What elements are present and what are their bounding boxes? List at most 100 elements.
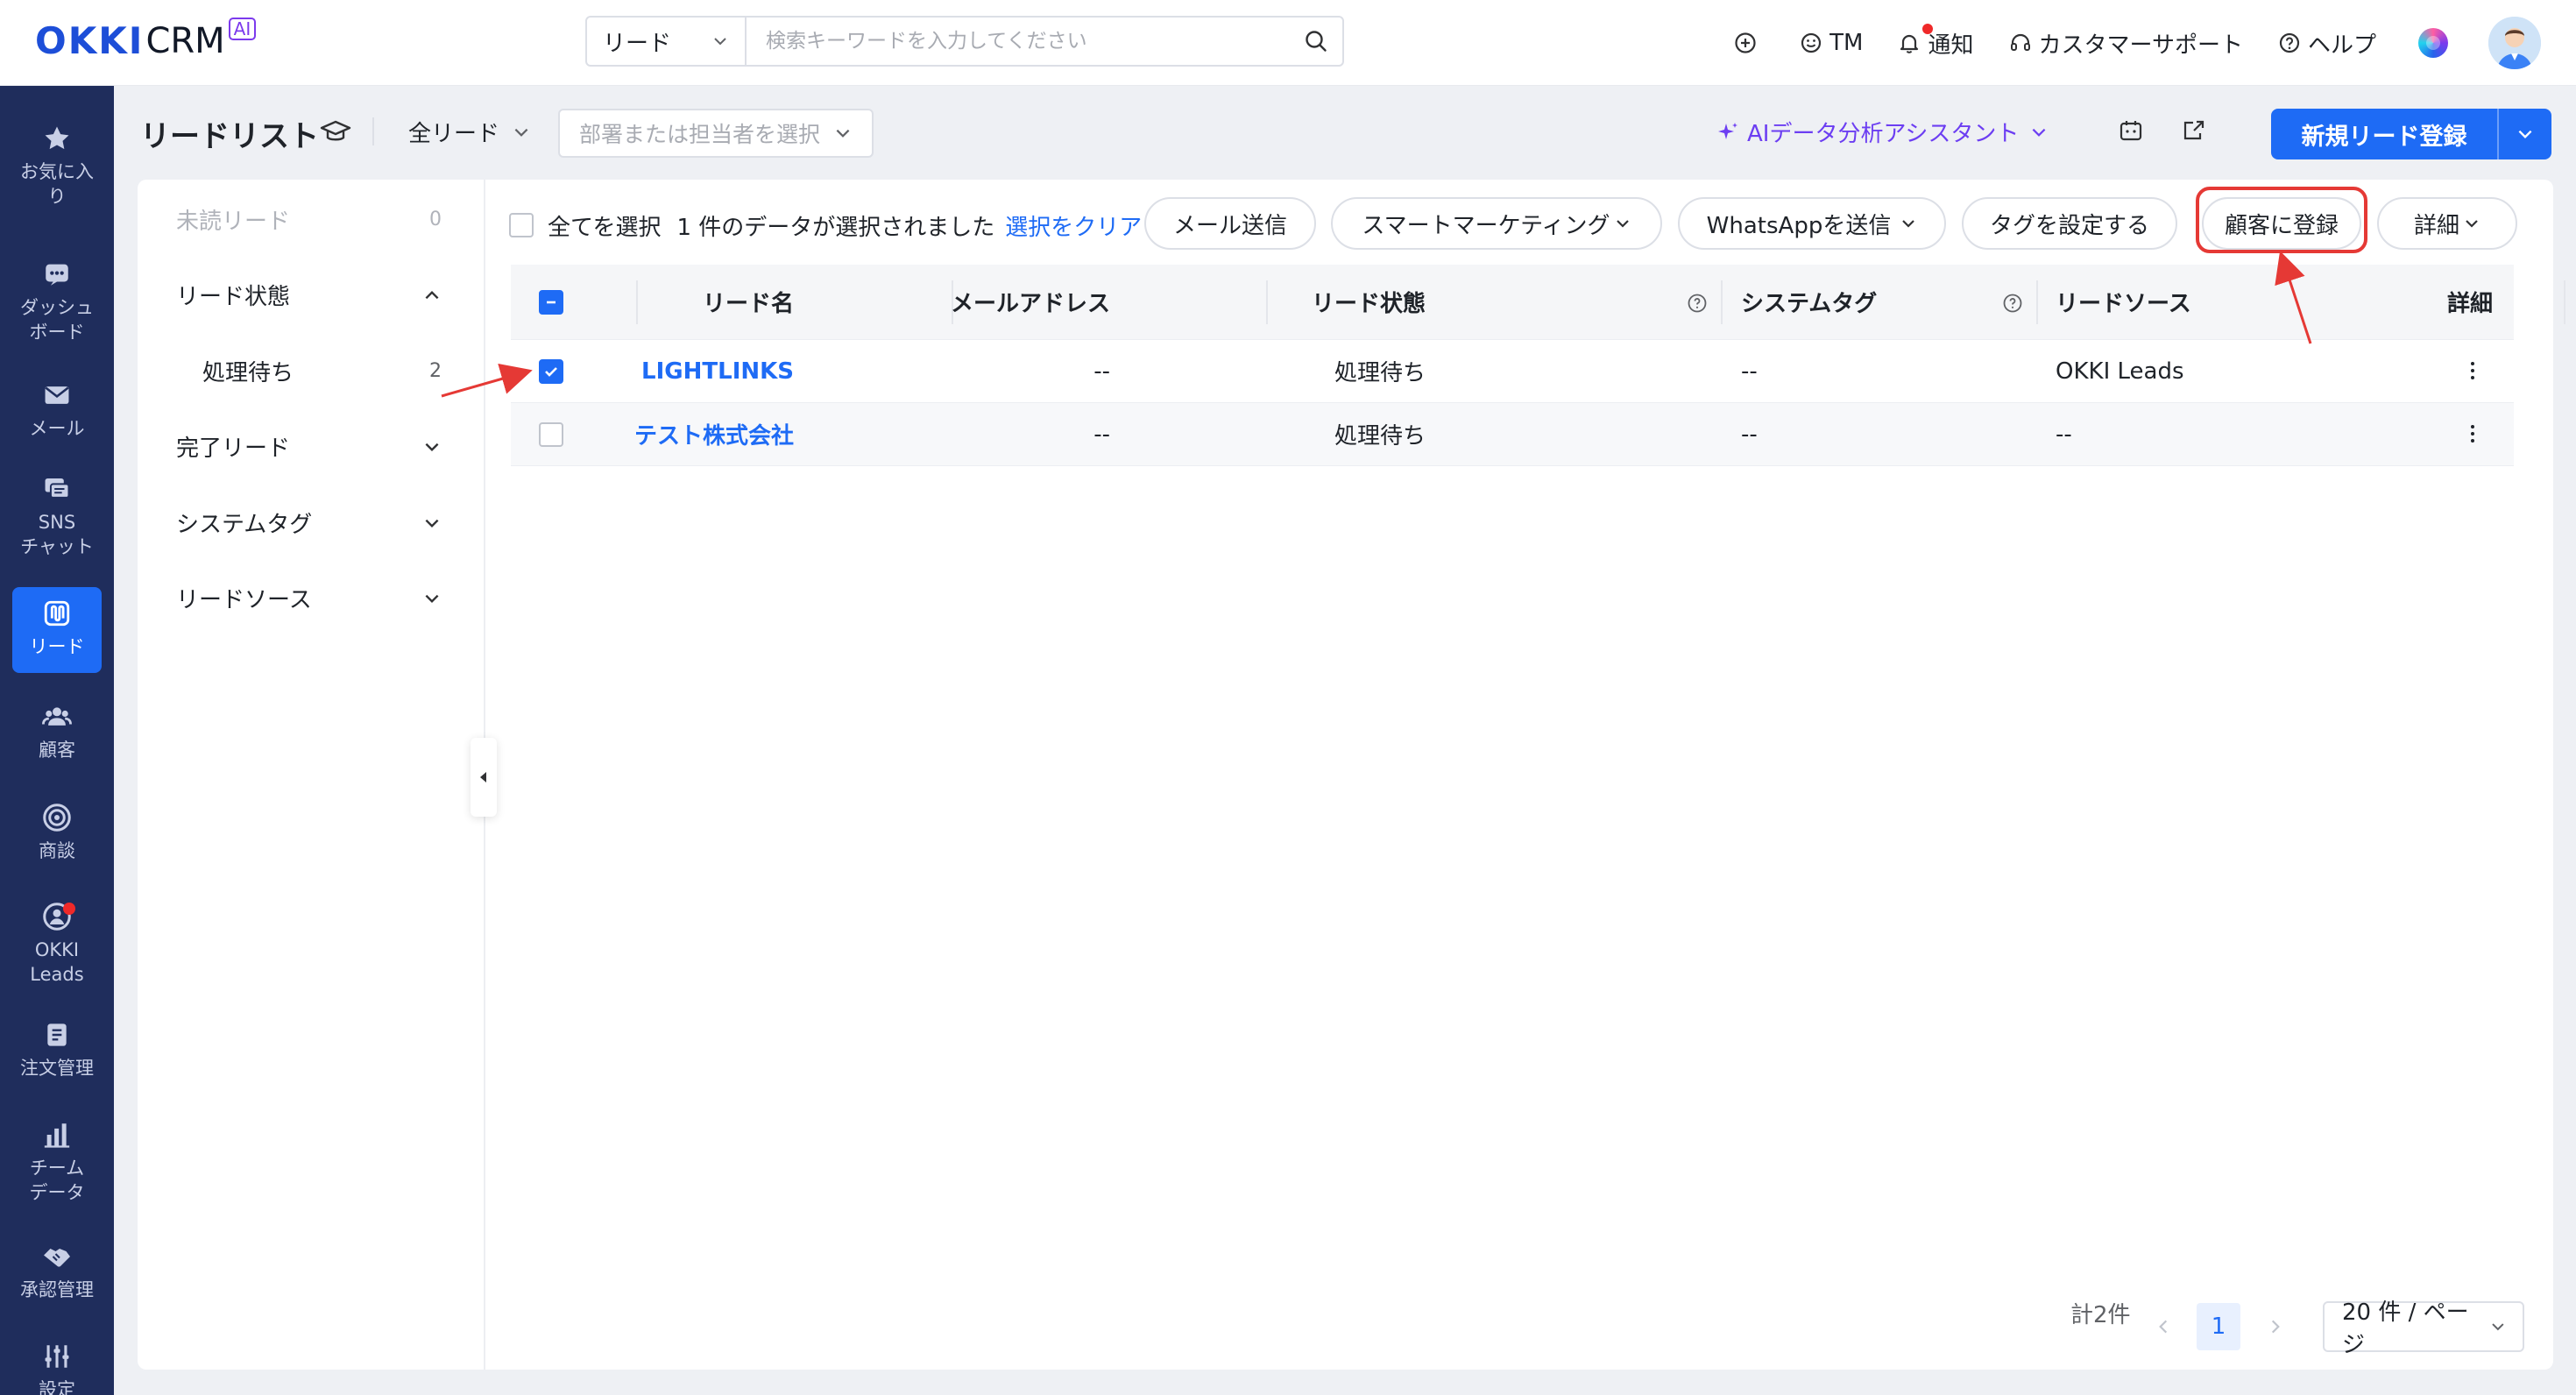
collapse-sidebar-handle[interactable] bbox=[471, 738, 497, 817]
filter-status-group[interactable]: リード状態 bbox=[176, 279, 442, 311]
row-more-icon[interactable] bbox=[2470, 425, 2475, 443]
filter-source-group[interactable]: リードソース bbox=[176, 582, 442, 614]
col-header-status[interactable]: リード状態 bbox=[1312, 265, 1426, 339]
mail-icon bbox=[45, 386, 69, 404]
leads-icon bbox=[44, 600, 70, 627]
filter-unread-label: 未読リード bbox=[176, 209, 291, 235]
ai-data-assistant-button[interactable]: AIデータ分析アシスタント bbox=[1716, 116, 2049, 148]
col-header-name[interactable]: リード名 bbox=[703, 265, 794, 339]
notification-label: 通知 bbox=[1928, 32, 1974, 59]
nav-sns-chat[interactable]: SNS チャット bbox=[0, 471, 114, 559]
nav-team-data[interactable]: チーム データ bbox=[0, 1117, 114, 1205]
set-tag-label: タグを設定する bbox=[1989, 212, 2149, 239]
filter-completed-group[interactable]: 完了リード bbox=[176, 430, 442, 463]
okki-crm-logo[interactable]: OKKI CRM AI bbox=[35, 18, 257, 63]
help-circle-icon[interactable] bbox=[2002, 293, 2023, 314]
page-size-label: 20 件 / ページ bbox=[2342, 1299, 2469, 1358]
column-separator bbox=[2036, 280, 2038, 324]
clear-selection-link[interactable]: 選択をクリア bbox=[1005, 209, 1142, 242]
nav-sns-chat-label: SNS チャット bbox=[20, 512, 94, 557]
col-header-email[interactable]: メールアドレス bbox=[951, 265, 1110, 339]
nav-favorites-label: お気に入 り bbox=[20, 161, 94, 207]
nav-favorites[interactable]: お気に入 り bbox=[0, 121, 114, 209]
content-panel: 未読リード 0 リード状態 処理待ち 2 完了リード システムタグ リードソース… bbox=[138, 180, 2565, 1370]
add-button[interactable] bbox=[1733, 31, 1765, 55]
header-divider bbox=[372, 117, 374, 145]
search-scope-select[interactable]: リード bbox=[587, 18, 747, 65]
notification-button[interactable]: 通知 bbox=[1898, 23, 1974, 60]
filter-completed-label: 完了リード bbox=[176, 435, 291, 462]
send-mail-label: メール送信 bbox=[1172, 212, 1287, 239]
customer-support-button[interactable]: カスタマーサポート bbox=[2009, 27, 2243, 60]
help-circle-icon[interactable] bbox=[1687, 293, 1708, 314]
row-checkbox[interactable] bbox=[539, 359, 563, 384]
calendar-robot-icon[interactable] bbox=[2118, 117, 2144, 144]
nav-settings[interactable]: 設定 bbox=[0, 1339, 114, 1395]
col-header-source[interactable]: リードソース bbox=[2056, 265, 2191, 339]
lead-email: -- bbox=[1093, 358, 1110, 385]
filter-system-tag-group[interactable]: システムタグ bbox=[176, 506, 442, 539]
send-mail-button[interactable]: メール送信 bbox=[1144, 197, 1316, 250]
new-lead-main[interactable]: 新規リード登録 bbox=[2271, 109, 2497, 159]
nav-approvals-label: 承認管理 bbox=[20, 1279, 94, 1300]
select-all-label[interactable]: 全てを選択 bbox=[548, 209, 661, 242]
department-owner-select[interactable]: 部署または担当者を選択 bbox=[558, 109, 874, 158]
more-actions-button[interactable]: 詳細 bbox=[2377, 197, 2517, 250]
tm-button[interactable]: TM bbox=[1800, 30, 1863, 56]
page-button-current[interactable]: 1 bbox=[2197, 1303, 2240, 1350]
nav-leads[interactable]: リード bbox=[12, 587, 102, 673]
page-size-select[interactable]: 20 件 / ページ bbox=[2323, 1299, 2524, 1358]
set-tag-button[interactable]: タグを設定する bbox=[1962, 197, 2177, 250]
column-separator bbox=[636, 280, 638, 324]
filter-source-label: リードソース bbox=[176, 587, 312, 613]
user-avatar[interactable] bbox=[2488, 17, 2541, 69]
select-all-checkbox[interactable] bbox=[509, 213, 534, 237]
nav-customers[interactable]: 顧客 bbox=[0, 699, 114, 762]
ai-orb-icon[interactable] bbox=[2418, 28, 2448, 58]
row-more-icon[interactable] bbox=[2470, 362, 2475, 379]
chevron-left-icon[interactable] bbox=[2154, 1317, 2173, 1336]
export-icon[interactable] bbox=[2181, 117, 2207, 144]
graduation-cap-icon[interactable] bbox=[320, 118, 351, 146]
more-actions-label: 詳細 bbox=[2413, 212, 2459, 239]
search-button[interactable] bbox=[1290, 18, 1342, 65]
new-lead-button[interactable]: 新規リード登録 bbox=[2271, 109, 2551, 159]
search-input[interactable] bbox=[747, 30, 1290, 53]
table-row[interactable]: LIGHTLINKS -- 処理待ち -- OKKI Leads bbox=[511, 340, 2514, 403]
nav-approvals[interactable]: 承認管理 bbox=[0, 1239, 114, 1302]
row-checkbox[interactable] bbox=[539, 422, 563, 447]
nav-okki-leads-dot bbox=[63, 903, 75, 915]
nav-deals[interactable]: 商談 bbox=[0, 800, 114, 863]
page-title: リードリスト bbox=[140, 119, 319, 154]
nav-team-data-label: チーム データ bbox=[29, 1158, 85, 1203]
send-whatsapp-button[interactable]: WhatsAppを送信 bbox=[1678, 197, 1946, 250]
nav-orders[interactable]: 注文管理 bbox=[0, 1017, 114, 1080]
new-lead-dropdown[interactable] bbox=[2497, 109, 2551, 159]
nav-mail[interactable]: メール bbox=[0, 378, 114, 441]
search-scope-label: リード bbox=[603, 30, 672, 57]
chevron-down-icon bbox=[2518, 130, 2532, 139]
help-button[interactable]: ヘルプ bbox=[2278, 27, 2376, 60]
lead-email: -- bbox=[1093, 421, 1110, 448]
caret-left-icon bbox=[480, 772, 486, 782]
chevron-right-icon[interactable] bbox=[2266, 1317, 2285, 1336]
smart-marketing-label: スマートマーケティング bbox=[1362, 212, 1610, 239]
nav-leads-label: リード bbox=[29, 636, 85, 657]
global-search: リード bbox=[585, 16, 1344, 67]
lead-status: 処理待ち bbox=[1334, 360, 1426, 386]
lead-name-link[interactable]: テスト株式会社 bbox=[634, 403, 794, 465]
col-header-system-tag[interactable]: システムタグ bbox=[1741, 265, 1877, 339]
header-checkbox[interactable] bbox=[539, 290, 563, 315]
bell-icon bbox=[1900, 34, 1919, 53]
chevron-down-icon bbox=[425, 443, 439, 451]
filter-unread[interactable]: 未読リード 0 bbox=[176, 203, 442, 236]
lead-name-link[interactable]: LIGHTLINKS bbox=[641, 340, 794, 402]
filter-status-pending[interactable]: 処理待ち 2 bbox=[202, 355, 442, 387]
nav-dashboard[interactable]: ダッシュ ボード bbox=[0, 257, 114, 344]
filter-system-tag-label: システムタグ bbox=[176, 512, 313, 538]
smart-marketing-button[interactable]: スマートマーケティング bbox=[1331, 197, 1662, 250]
nav-okki-leads[interactable]: OKKI Leads bbox=[0, 899, 114, 987]
lead-scope-select[interactable]: 全リード bbox=[408, 116, 531, 148]
plus-circle-icon bbox=[1735, 32, 1756, 53]
table-row[interactable]: テスト株式会社 -- 処理待ち -- -- bbox=[511, 403, 2514, 466]
